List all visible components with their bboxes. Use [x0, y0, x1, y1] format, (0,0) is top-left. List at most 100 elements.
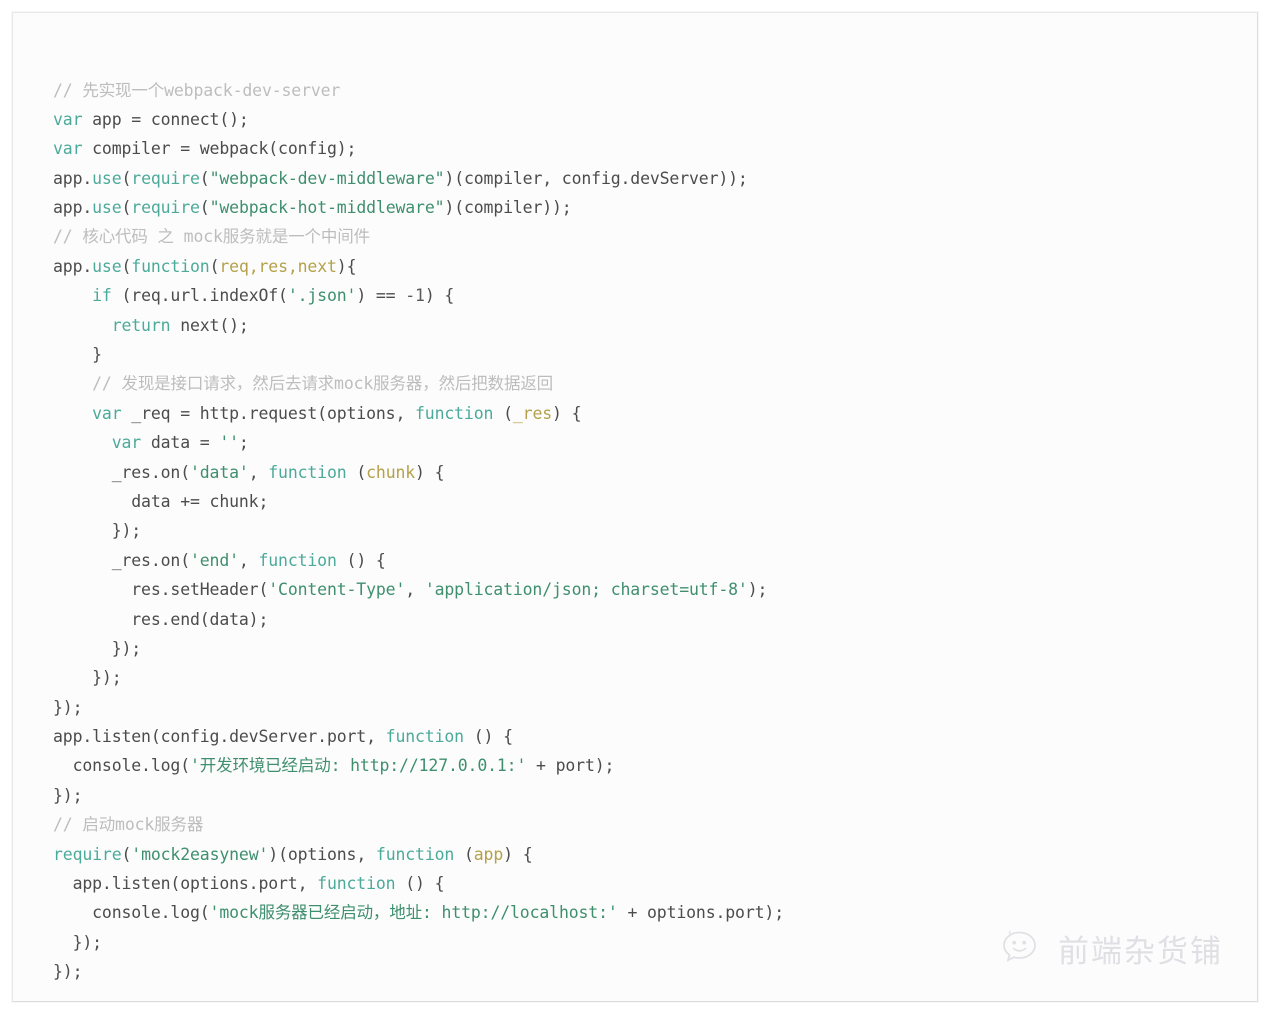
code-token-plain: _res.on(: [53, 550, 190, 570]
code-token-str: '.json': [287, 286, 357, 306]
code-line: // 先实现一个webpack-dev-server: [53, 76, 1249, 105]
code-line: // 核心代码 之 mock服务就是一个中间件: [53, 222, 1249, 251]
code-line: // 启动mock服务器: [53, 810, 1249, 839]
code-token-param: app: [473, 844, 504, 864]
code-token-plain: ){: [336, 256, 357, 276]
code-token-plain: (req.url.indexOf(: [111, 286, 288, 306]
source-code: // 先实现一个webpack-dev-server var app = conn…: [53, 76, 1249, 987]
code-token-kw: function: [385, 727, 464, 747]
code-token-plain: ) {: [483, 727, 514, 747]
code-token-str: "webpack-hot-middleware": [209, 198, 445, 218]
code-line: app.use(require("webpack-hot-middleware"…: [53, 193, 1249, 222]
code-token-plain: console.log(: [53, 903, 210, 923]
code-token-str: '': [219, 433, 239, 453]
code-line: if (req.url.indexOf('.json') == -1) {: [53, 281, 1249, 310]
code-line: _res.on('end', function () {: [53, 546, 1249, 575]
code-token-kw: function: [415, 403, 494, 423]
code-line: // 发现是接口请求，然后去请求mock服务器，然后把数据返回: [53, 369, 1249, 398]
code-line: });: [53, 693, 1249, 722]
code-token-plain: app.: [53, 198, 93, 218]
code-token-comment: // 发现是接口请求，然后去请求mock服务器，然后把数据返回: [53, 374, 554, 394]
code-token-fn: require: [131, 168, 200, 188]
code-token-plain: console.log(: [53, 756, 191, 776]
code-line: var compiler = webpack(config);: [53, 134, 1249, 163]
code-token-str: 'mock2easynew': [131, 844, 269, 864]
code-token-plain: ) ==: [356, 286, 406, 306]
code-token-plain: ) {: [552, 403, 582, 423]
code-token-plain: (: [454, 844, 474, 864]
code-token-kw: var: [53, 139, 83, 159]
code-token-plain: });: [53, 932, 103, 952]
code-token-kw: var: [92, 403, 122, 423]
code-token-plain: app.: [53, 256, 93, 276]
code-token-plain: ) {: [424, 286, 455, 306]
code-token-plain: _res.on(: [53, 462, 190, 482]
code-token-plain: (: [121, 168, 132, 188]
code-token-plain: }: [53, 345, 102, 365]
code-token-plain: ) {: [503, 844, 533, 864]
code-token-plain: + options.port);: [617, 903, 784, 923]
code-token-str: 'Content-Type': [268, 580, 406, 600]
code-line: app.listen(options.port, function () {: [53, 869, 1249, 898]
code-token-plain: ,: [405, 580, 425, 600]
code-line: app.use(function(req,res,next){: [53, 252, 1249, 281]
code-token-plain: (: [199, 198, 210, 218]
code-token-fn: use: [92, 168, 122, 188]
code-token-str: 'application/json; charset=utf-8': [424, 580, 748, 600]
code-token-plain: (: [346, 462, 367, 482]
code-line: app.use(require("webpack-dev-middleware"…: [53, 164, 1249, 193]
code-token-plain: ,: [238, 550, 259, 570]
code-token-plain: );: [747, 580, 768, 600]
code-token-param: chunk: [366, 462, 416, 482]
code-token-plain: data += chunk;: [53, 491, 269, 511]
code-line: res.setHeader('Content-Type', 'applicati…: [53, 575, 1249, 604]
code-token-fn: use: [92, 198, 122, 218]
code-token-plain: });: [53, 638, 142, 658]
code-token-plain: )(compiler));: [444, 198, 572, 218]
code-line: });: [53, 928, 1249, 957]
code-token-str: "webpack-dev-middleware": [209, 168, 445, 188]
code-token-plain: app.: [53, 168, 93, 188]
code-token-plain: ;: [238, 433, 249, 453]
code-line: });: [53, 516, 1249, 545]
code-token-str: 'end': [189, 550, 239, 570]
code-token-plain: ) {: [415, 874, 445, 894]
code-line: });: [53, 781, 1249, 810]
code-token-plain: });: [53, 785, 83, 805]
code-token-str: 'mock服务器已经启动，地址: http://localhost:': [209, 903, 618, 923]
code-line: return next();: [53, 311, 1249, 340]
code-line: });: [53, 634, 1249, 663]
code-token-plain: data =: [141, 433, 220, 453]
code-token-kw: return: [111, 315, 171, 335]
code-token-num: -1: [405, 286, 425, 306]
code-token-plain: + port);: [526, 756, 615, 776]
code-token-plain: res.end(data);: [53, 609, 269, 629]
code-token-plain: _req = http.request(options,: [121, 403, 416, 423]
code-line: require('mock2easynew')(options, functio…: [53, 840, 1249, 869]
code-token-plain: app.listen(config.devServer.port,: [53, 727, 386, 747]
code-token-plain: });: [53, 962, 83, 982]
code-token-param: req,res,next: [219, 256, 337, 276]
code-token-fn: use: [92, 256, 122, 276]
code-token-kw: if: [92, 286, 112, 306]
code-line: var data = '';: [53, 428, 1249, 457]
code-token-fn: require: [131, 198, 200, 218]
code-token-plain: (: [121, 256, 132, 276]
code-token-plain: compiler = webpack(config);: [82, 139, 357, 159]
code-token-str: '开发环境已经启动: http://127.0.0.1:': [189, 756, 527, 776]
code-token-plain: (: [493, 403, 513, 423]
code-token-comment: // 启动mock服务器: [53, 815, 204, 835]
code-line: data += chunk;: [53, 487, 1249, 516]
code-line: console.log('mock服务器已经启动，地址: http://loca…: [53, 898, 1249, 927]
code-token-param: _res: [512, 403, 553, 423]
code-line: res.end(data);: [53, 605, 1249, 634]
code-token-kw: function: [317, 874, 396, 894]
code-token-plain: ) {: [356, 550, 386, 570]
code-token-plain: (: [199, 168, 210, 188]
code-token-str: 'data': [189, 462, 249, 482]
code-token-plain: )(options,: [268, 844, 376, 864]
code-token-plain: (: [463, 727, 484, 747]
code-line: }: [53, 340, 1249, 369]
